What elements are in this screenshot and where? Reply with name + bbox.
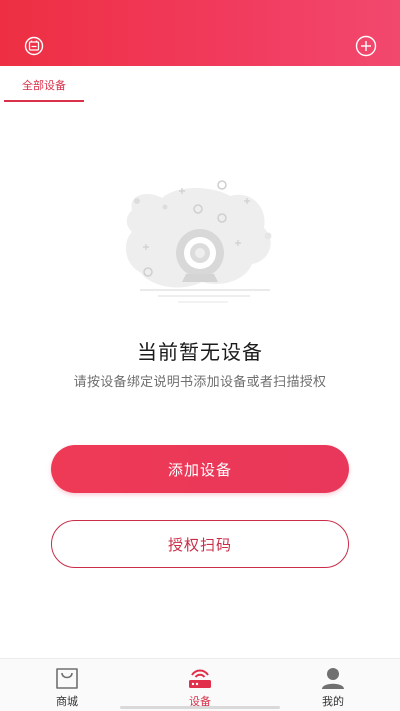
shopping-bag-icon — [53, 665, 81, 691]
device-page: 全部设备 当前暂无设备 请按设备绑定说明书添加设备或者扫描授权 添加设备 授权扫… — [0, 0, 400, 711]
nav-item-me[interactable]: 我的 — [283, 659, 383, 711]
empty-illustration — [118, 176, 282, 308]
scan-authorize-button[interactable]: 授权扫码 — [51, 520, 349, 568]
device-tabs: 全部设备 — [0, 66, 400, 104]
add-circle-icon[interactable] — [354, 34, 378, 58]
nav-label-me: 我的 — [322, 695, 344, 708]
nav-label-shop: 商城 — [56, 695, 78, 708]
empty-description: 请按设备绑定说明书添加设备或者扫描授权 — [73, 375, 327, 390]
history-box-icon[interactable] — [22, 34, 46, 58]
active-tab-indicator — [4, 100, 84, 102]
bottom-nav: 商城 设备 我的 — [0, 658, 400, 711]
tab-all-devices[interactable]: 全部设备 — [4, 66, 84, 104]
nav-item-devices[interactable]: 设备 — [150, 659, 250, 711]
nav-item-shop[interactable]: 商城 — [17, 659, 117, 711]
empty-title: 当前暂无设备 — [137, 340, 263, 364]
home-indicator — [120, 706, 280, 709]
add-device-button[interactable]: 添加设备 — [51, 445, 349, 493]
app-header — [0, 0, 400, 66]
router-icon — [186, 665, 214, 691]
user-icon — [319, 665, 347, 691]
